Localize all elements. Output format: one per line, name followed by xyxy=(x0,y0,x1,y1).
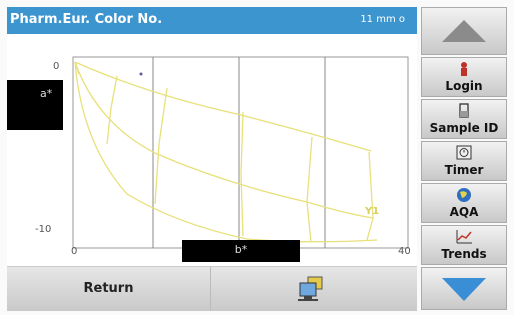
title-bar: Pharm.Eur. Color No. 11 mm o xyxy=(7,7,417,34)
sample-id-label: Sample ID xyxy=(429,121,499,135)
x-tick-right: 40 xyxy=(398,246,411,257)
timer-icon xyxy=(422,145,506,161)
login-button[interactable]: Login xyxy=(421,57,507,97)
sidebar: Login Sample ID Timer AQA Trends xyxy=(421,7,507,310)
trends-button[interactable]: Trends xyxy=(421,225,507,265)
aqa-button[interactable]: AQA xyxy=(421,183,507,223)
trends-label: Trends xyxy=(441,247,487,261)
arrow-down-icon xyxy=(442,278,486,301)
send-data-icon xyxy=(298,276,323,301)
color-chart: 0 -10 0 40 Y1 xyxy=(7,34,417,266)
person-icon xyxy=(422,61,506,77)
aqa-label: AQA xyxy=(449,205,479,219)
scroll-up-button[interactable] xyxy=(421,7,507,55)
scroll-down-button[interactable] xyxy=(421,267,507,310)
timer-button[interactable]: Timer xyxy=(421,141,507,181)
color-plot xyxy=(72,56,409,249)
page-title: Pharm.Eur. Color No. xyxy=(10,12,163,27)
y-tick-bottom: -10 xyxy=(35,224,52,235)
sample-id-button[interactable]: Sample ID xyxy=(421,99,507,139)
trends-chart-icon xyxy=(422,229,506,245)
y-tick-top: 0 xyxy=(53,61,60,72)
series-label: Y1 xyxy=(365,206,380,217)
x-axis-label: b* xyxy=(182,240,300,262)
bottom-toolbar: Return xyxy=(7,266,417,311)
send-data-button[interactable] xyxy=(212,267,417,311)
x-tick-left: 0 xyxy=(71,246,78,257)
globe-icon xyxy=(422,187,506,203)
sample-point xyxy=(139,72,143,76)
timer-label: Timer xyxy=(444,163,484,177)
measurement-range: 11 mm o xyxy=(360,14,405,25)
login-label: Login xyxy=(445,79,483,93)
arrow-up-icon xyxy=(442,20,486,42)
y-axis-label: a* xyxy=(7,80,63,130)
sample-vial-icon xyxy=(422,103,506,119)
plot-frame xyxy=(72,56,409,249)
return-button[interactable]: Return xyxy=(7,267,211,311)
